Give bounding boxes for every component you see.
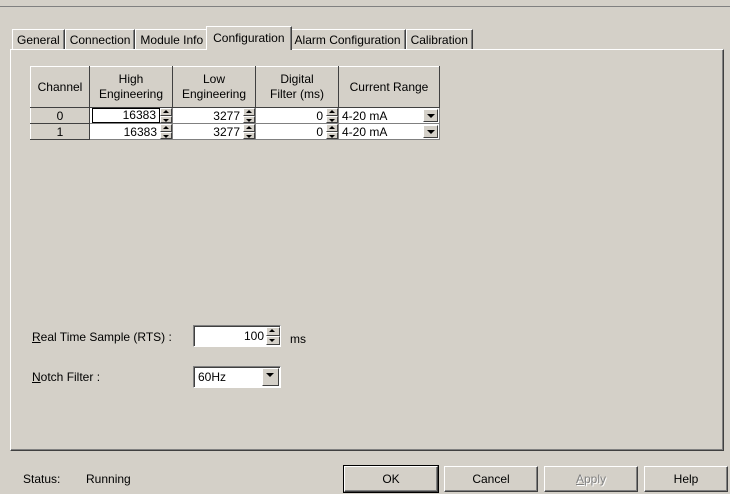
high-engineering-cell[interactable]: 16383 xyxy=(89,107,173,124)
cancel-button[interactable]: Cancel xyxy=(444,466,538,492)
tab-alarm-configuration[interactable]: Alarm Configuration xyxy=(289,29,406,50)
apply-button[interactable]: Apply xyxy=(544,466,638,492)
tab-connection[interactable]: Connection xyxy=(64,29,136,50)
current-range-value[interactable]: 4-20 mA xyxy=(339,125,423,139)
rts-spin-buttons[interactable] xyxy=(266,327,280,345)
high-engineering-cell[interactable]: 16383 xyxy=(89,123,173,140)
spin-buttons[interactable] xyxy=(160,124,172,139)
header-current-range: Current Range xyxy=(338,66,440,108)
notch-filter-label: Notch Filter : xyxy=(32,370,101,384)
low-engineering-cell[interactable]: 3277 xyxy=(172,123,256,140)
spin-buttons[interactable] xyxy=(243,124,255,139)
current-range-value[interactable]: 4-20 mA xyxy=(339,109,423,123)
tab-module-info[interactable]: Module Info xyxy=(135,29,209,50)
notch-filter-select[interactable]: 60Hz xyxy=(193,366,281,388)
ok-button[interactable]: OK xyxy=(343,465,439,493)
channel-cell[interactable]: 0 xyxy=(30,107,90,124)
header-high-engineering: High Engineering xyxy=(89,66,173,108)
spin-buttons[interactable] xyxy=(326,108,338,123)
help-button[interactable]: Help xyxy=(644,466,728,492)
tab-general[interactable]: General xyxy=(12,29,65,50)
spin-up-icon[interactable] xyxy=(326,108,338,116)
high-engineering-value[interactable]: 16383 xyxy=(90,125,160,139)
digital-filter-value[interactable]: 0 xyxy=(256,109,326,123)
configuration-panel: Channel High Engineering Low Engineering D… xyxy=(10,49,724,451)
low-engineering-cell[interactable]: 3277 xyxy=(172,107,256,124)
rts-value[interactable]: 100 xyxy=(244,329,266,343)
spin-down-icon[interactable] xyxy=(243,115,255,123)
rts-unit: ms xyxy=(290,332,306,346)
spin-buttons[interactable] xyxy=(160,108,172,123)
spin-up-icon[interactable] xyxy=(160,124,172,132)
channel-config-table: Channel High Engineering Low Engineering D… xyxy=(30,66,440,140)
table-row: 0 16383 3277 0 4-20 mA xyxy=(30,107,440,124)
spin-buttons[interactable] xyxy=(243,108,255,123)
chevron-down-icon[interactable] xyxy=(423,125,438,138)
spin-up-icon[interactable] xyxy=(160,108,172,116)
table-header-row: Channel High Engineering Low Engineering D… xyxy=(30,66,440,108)
notch-filter-value[interactable]: 60Hz xyxy=(194,370,262,384)
spin-up-icon[interactable] xyxy=(326,124,338,132)
digital-filter-cell[interactable]: 0 xyxy=(255,107,339,124)
status-label: Status: xyxy=(23,472,61,486)
dialog-footer: Status: Running OK Cancel Apply Help xyxy=(0,458,730,494)
spin-down-icon[interactable] xyxy=(160,115,172,123)
digital-filter-value[interactable]: 0 xyxy=(256,125,326,139)
current-range-cell[interactable]: 4-20 mA xyxy=(338,107,440,124)
header-low-engineering: Low Engineering xyxy=(172,66,256,108)
spin-up-icon[interactable] xyxy=(266,327,280,336)
chevron-down-icon[interactable] xyxy=(423,109,438,122)
digital-filter-cell[interactable]: 0 xyxy=(255,123,339,140)
high-engineering-value[interactable]: 16383 xyxy=(92,108,160,123)
spin-down-icon[interactable] xyxy=(243,131,255,139)
channel-cell[interactable]: 1 xyxy=(30,123,90,140)
spin-down-icon[interactable] xyxy=(326,131,338,139)
spin-down-icon[interactable] xyxy=(160,131,172,139)
spin-up-icon[interactable] xyxy=(243,124,255,132)
low-engineering-value[interactable]: 3277 xyxy=(173,125,243,139)
tab-configuration[interactable]: Configuration xyxy=(206,26,292,50)
spin-down-icon[interactable] xyxy=(266,336,280,345)
tab-strip: General Connection Module Info Configura… xyxy=(12,26,473,50)
rts-input[interactable]: 100 xyxy=(193,325,281,347)
tab-calibration[interactable]: Calibration xyxy=(405,29,473,50)
chevron-down-icon[interactable] xyxy=(262,368,279,386)
low-engineering-value[interactable]: 3277 xyxy=(173,109,243,123)
spin-buttons[interactable] xyxy=(326,124,338,139)
spin-down-icon[interactable] xyxy=(326,115,338,123)
current-range-cell[interactable]: 4-20 mA xyxy=(338,123,440,140)
header-digital-filter: Digital Filter (ms) xyxy=(255,66,339,108)
spin-up-icon[interactable] xyxy=(243,108,255,116)
status-value: Running xyxy=(86,472,131,486)
rts-label: Real Time Sample (RTS) : xyxy=(32,330,172,344)
header-channel: Channel xyxy=(30,66,90,108)
dialog-top-edge xyxy=(0,0,730,7)
table-row: 1 16383 3277 0 4-20 mA xyxy=(30,123,440,140)
